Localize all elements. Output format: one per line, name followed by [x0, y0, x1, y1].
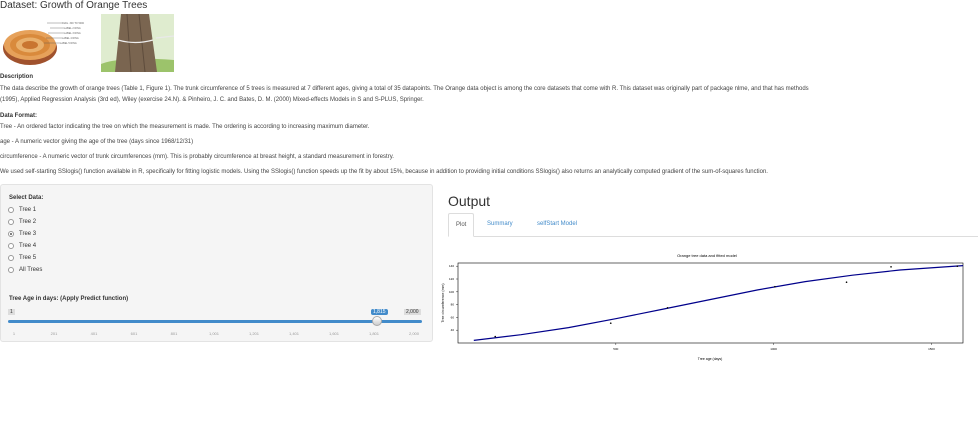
slider-track[interactable]: [8, 320, 422, 323]
slider-tick-label: 801: [170, 331, 178, 336]
slider-tick-label: 1,401: [288, 331, 300, 336]
description-heading: Description: [0, 74, 34, 80]
y-tick-label: 140: [449, 264, 454, 268]
x-tick-label: 500: [613, 347, 618, 351]
radio-circle-icon[interactable]: [8, 219, 14, 225]
tab-selfstart-model[interactable]: selfStart Model: [530, 213, 584, 235]
fit-line: [473, 265, 964, 341]
data-point: [774, 285, 776, 288]
method-note: We used self-starting SSlogis() function…: [0, 169, 768, 175]
format-age: age - A numeric vector giving the age of…: [0, 139, 194, 145]
data-point: [845, 281, 848, 283]
format-tree: Tree - An ordered factor indicating the …: [0, 124, 370, 130]
output-heading: Output: [448, 193, 491, 209]
chart-title: Orange tree data and fitted model: [677, 253, 737, 258]
x-axis-label: Tree age (days): [698, 357, 723, 361]
radio-tree-4[interactable]: Tree 4: [8, 243, 36, 249]
description-text-cont: (1995), Applied Regression Analysis (3rd…: [0, 97, 424, 103]
tab-plot[interactable]: Plot: [448, 213, 475, 237]
svg-text:LABEL 5 RING: LABEL 5 RING: [60, 42, 77, 45]
input-panel: [0, 184, 433, 342]
tab-summary[interactable]: Summary: [480, 213, 520, 235]
tree-rings-image: DIAG. 300 TO 5000 LABEL 2 RING LABEL 3 R…: [3, 22, 85, 65]
y-tick-label: 40: [451, 328, 455, 332]
y-tick-label: 100: [449, 290, 454, 294]
format-circumference: circumference - A numeric vector of trun…: [0, 154, 394, 160]
slider-max-label: 2,000: [404, 309, 421, 315]
output-tabs: Plot Summary selfStart Model: [448, 213, 978, 237]
x-tick-label: 1000: [770, 347, 777, 351]
svg-text:LABEL 4 RING: LABEL 4 RING: [62, 37, 79, 40]
slider-tick-label: 601: [130, 331, 138, 336]
svg-text:LABEL 3 RING: LABEL 3 RING: [64, 32, 81, 35]
plot-frame: [457, 262, 964, 344]
data-point: [666, 307, 669, 309]
svg-text:DIAG. 300 TO 5000: DIAG. 300 TO 5000: [62, 22, 85, 25]
slider-tick-label: 1,001: [208, 331, 220, 336]
slider-tick-label: 1,201: [248, 331, 260, 336]
slider-tick-label: 1,801: [368, 331, 380, 336]
slider-tick-label: 1: [12, 331, 16, 336]
x-tick-label: 1500: [928, 347, 935, 351]
y-tick-label: 80: [451, 303, 455, 307]
slider-value-label: 1,815: [371, 309, 388, 315]
y-axis-label: Tree circumference (mm): [441, 283, 445, 322]
y-tick-label: 60: [451, 315, 455, 319]
growth-chart: Orange tree data and fitted model 40 60 80…: [441, 253, 964, 361]
data-point: [890, 266, 892, 268]
radio-circle-icon[interactable]: [8, 207, 14, 213]
page-title: Dataset: Growth of Orange Trees: [0, 0, 148, 11]
radio-tree-2[interactable]: Tree 2: [8, 219, 36, 225]
description-text: The data describe the growth of orange t…: [0, 86, 809, 92]
radio-tree-5[interactable]: Tree 5: [8, 255, 36, 261]
tree-trunk-image: [101, 14, 174, 72]
data-point: [609, 322, 612, 324]
data-point: [956, 265, 959, 267]
slider-label: Tree Age in days: (Apply Predict functio…: [9, 296, 129, 302]
radio-circle-icon[interactable]: [8, 267, 14, 273]
data-format-heading: Data Format:: [0, 113, 38, 119]
slider-handle[interactable]: [372, 316, 382, 326]
y-tick-label: 120: [449, 277, 454, 281]
slider-tick-label: 401: [90, 331, 98, 336]
radio-checked-icon[interactable]: [8, 231, 14, 237]
select-data-label: Select Data:: [9, 195, 44, 201]
radio-tree-1[interactable]: Tree 1: [8, 207, 36, 213]
radio-circle-icon[interactable]: [8, 243, 14, 249]
slider-tick-label: 201: [50, 331, 58, 336]
radio-all-trees[interactable]: All Trees: [8, 267, 42, 273]
svg-text:LABEL 2 RING: LABEL 2 RING: [64, 27, 81, 30]
radio-tree-3[interactable]: Tree 3: [8, 231, 36, 237]
slider-tick-label: 1,601: [328, 331, 340, 336]
slider-min-label: 1: [8, 309, 15, 315]
data-point: [494, 335, 497, 338]
radio-circle-icon[interactable]: [8, 255, 14, 261]
slider-tick-label: 2,000: [408, 331, 420, 336]
